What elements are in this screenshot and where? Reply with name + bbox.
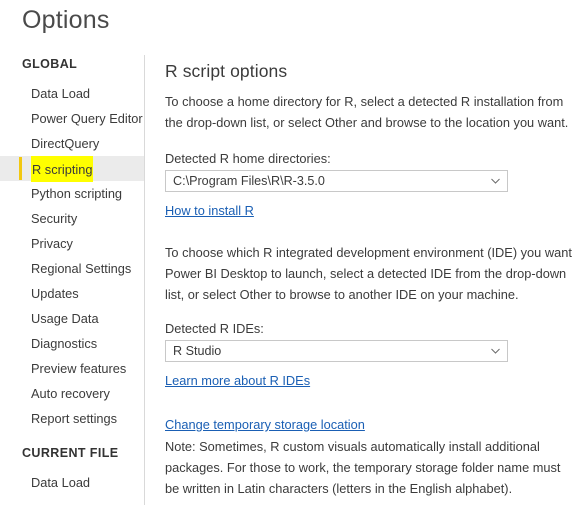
- sidebar-item-label: Preview features: [31, 361, 127, 376]
- sidebar-item-updates[interactable]: Updates: [0, 281, 144, 306]
- sidebar-item-label: Auto recovery: [31, 386, 110, 401]
- options-dialog: Options GLOBAL Data Load Power Query Edi…: [0, 0, 586, 505]
- r-home-directory-value: C:\Program Files\R\R-3.5.0: [173, 174, 325, 188]
- sidebar-item-data-load[interactable]: Data Load: [0, 81, 144, 106]
- sidebar-group-header-current-file: CURRENT FILE: [22, 446, 119, 460]
- sidebar-item-label: DirectQuery: [31, 136, 100, 151]
- home-directory-description: To choose a home directory for R, select…: [165, 94, 569, 130]
- sidebar-item-directquery[interactable]: DirectQuery: [0, 131, 144, 156]
- sidebar-item-power-query-editor[interactable]: Power Query Editor: [0, 106, 144, 131]
- how-to-install-r-link[interactable]: How to install R: [165, 203, 254, 218]
- learn-more-ides-row: Learn more about R IDEs: [165, 372, 586, 390]
- change-storage-row: Change temporary storage location: [165, 416, 586, 434]
- sidebar-item-auto-recovery[interactable]: Auto recovery: [0, 381, 144, 406]
- section-title: R script options: [165, 61, 288, 81]
- how-to-install-r-row: How to install R: [165, 202, 586, 220]
- chevron-down-icon: [491, 341, 500, 361]
- chevron-down-icon: [491, 171, 500, 191]
- sidebar-item-usage-data[interactable]: Usage Data: [0, 306, 144, 331]
- r-ide-value: R Studio: [173, 344, 222, 358]
- sidebar-item-label: Python scripting: [31, 186, 123, 201]
- ide-description: To choose which R integrated development…: [165, 245, 572, 302]
- ide-label: Detected R IDEs:: [165, 321, 264, 336]
- sidebar-item-privacy[interactable]: Privacy: [0, 231, 144, 256]
- sidebar-item-label: Regional Settings: [31, 261, 132, 276]
- sidebar-group-header-global: GLOBAL: [22, 57, 78, 71]
- change-temporary-storage-location-link[interactable]: Change temporary storage location: [165, 417, 365, 432]
- sidebar-item-report-settings[interactable]: Report settings: [0, 406, 144, 431]
- sidebar-item-label: Updates: [31, 286, 79, 301]
- sidebar-item-label: Diagnostics: [31, 336, 98, 351]
- sidebar-item-label: Privacy: [31, 236, 73, 251]
- sidebar-item-python-scripting[interactable]: Python scripting: [0, 181, 144, 206]
- sidebar-item-regional-settings[interactable]: Regional Settings: [0, 256, 144, 281]
- sidebar-item-current-file-data-load[interactable]: Data Load: [0, 470, 144, 495]
- page-title: Options: [22, 6, 110, 34]
- learn-more-about-r-ides-link[interactable]: Learn more about R IDEs: [165, 373, 310, 388]
- sidebar-item-label: R scripting: [31, 156, 94, 182]
- settings-sidebar: GLOBAL Data Load Power Query Editor Dire…: [0, 55, 145, 505]
- options-content-pane: R script options To choose a home direct…: [146, 55, 586, 505]
- r-home-directory-dropdown[interactable]: C:\Program Files\R\R-3.5.0: [165, 170, 508, 192]
- sidebar-item-label: Data Load: [31, 86, 91, 101]
- sidebar-item-label: Power Query Editor: [31, 111, 143, 126]
- sidebar-item-diagnostics[interactable]: Diagnostics: [0, 331, 144, 356]
- sidebar-item-security[interactable]: Security: [0, 206, 144, 231]
- sidebar-item-preview-features[interactable]: Preview features: [0, 356, 144, 381]
- home-directory-label: Detected R home directories:: [165, 151, 331, 166]
- sidebar-item-label: Usage Data: [31, 311, 99, 326]
- sidebar-item-label: Security: [31, 211, 78, 226]
- sidebar-item-label: Report settings: [31, 411, 118, 426]
- temporary-storage-note: Note: Sometimes, R custom visuals automa…: [165, 439, 561, 496]
- r-ide-dropdown[interactable]: R Studio: [165, 340, 508, 362]
- sidebar-item-label: Data Load: [31, 475, 91, 490]
- sidebar-item-r-scripting[interactable]: R scripting: [0, 156, 144, 182]
